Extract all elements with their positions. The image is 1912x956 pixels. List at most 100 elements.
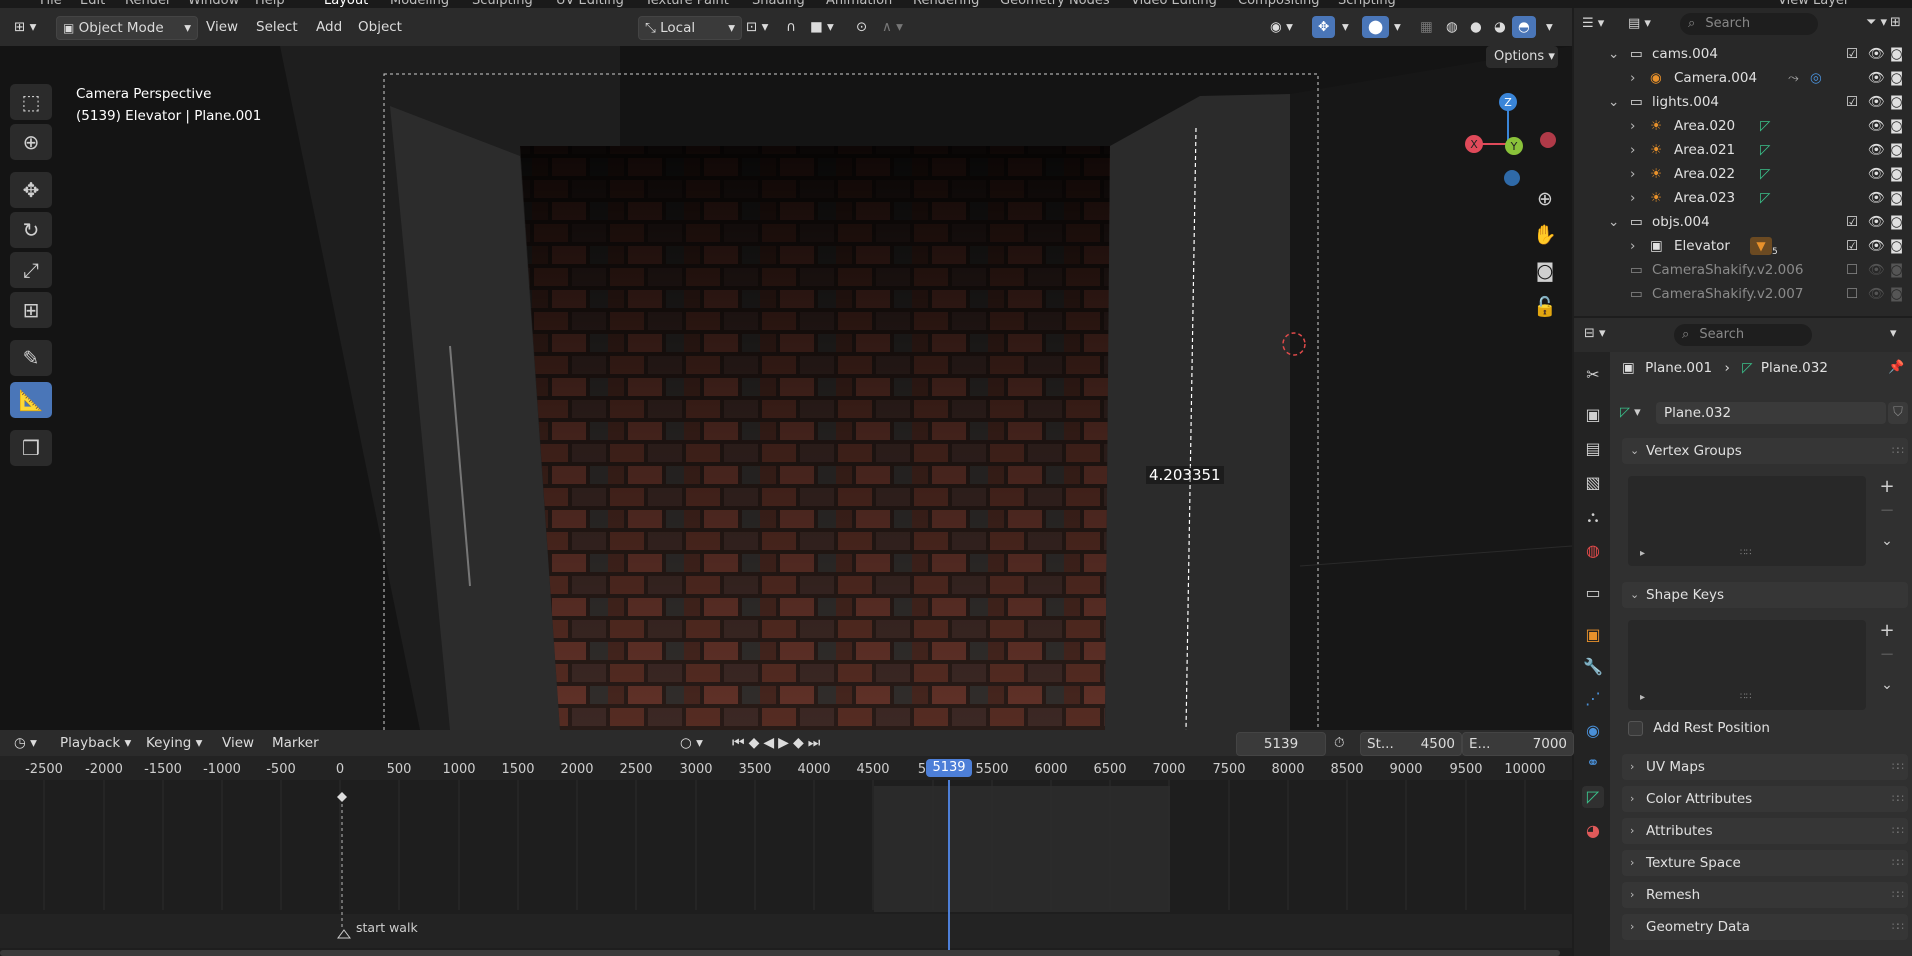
outliner-row-area[interactable]: › ☀ Area.021 ◸ 👁 ◙ bbox=[1574, 138, 1912, 162]
view-layer-tab[interactable]: ▧ bbox=[1582, 472, 1604, 494]
rotate-tool[interactable]: ↻ bbox=[10, 212, 52, 248]
exclude-checkbox[interactable]: ☐ bbox=[1846, 258, 1858, 282]
collapse-chevron-icon[interactable]: ⌄ bbox=[1608, 90, 1619, 114]
navigation-gizmo[interactable]: Z X Y bbox=[1450, 84, 1562, 194]
shading-rendered[interactable]: ◓ bbox=[1512, 16, 1536, 38]
menu-window[interactable]: Window bbox=[188, 0, 239, 8]
exclude-checkbox[interactable]: ☑ bbox=[1846, 42, 1858, 66]
pin-button[interactable]: 📌 bbox=[1888, 360, 1904, 375]
tab-rendering[interactable]: Rendering bbox=[913, 0, 979, 8]
snap-toggle[interactable]: ∩ bbox=[780, 16, 802, 38]
menu-file[interactable]: File bbox=[40, 0, 62, 8]
outliner-row-lights[interactable]: ⌄ ▭ lights.004 ☑ 👁 ◙ bbox=[1574, 90, 1912, 114]
3d-viewport[interactable]: Camera Perspective (5139) Elevator | Pla… bbox=[0, 46, 1572, 730]
pan-button[interactable]: ✋ bbox=[1530, 220, 1560, 250]
remove-shape-key-button[interactable]: − bbox=[1874, 644, 1900, 666]
camera-render-icon[interactable]: ◙ bbox=[1890, 66, 1903, 90]
outliner-row-elevator[interactable]: › ▣ Elevator ▼ 5 ☑ 👁 ◙ bbox=[1574, 234, 1912, 258]
expand-chevron-icon[interactable]: › bbox=[1630, 234, 1635, 258]
new-collection-button[interactable]: ⊞ bbox=[1890, 15, 1901, 30]
constraints-tab[interactable]: ⚭ bbox=[1582, 752, 1604, 774]
select-box-tool[interactable]: ⬚ bbox=[10, 84, 52, 120]
overlays-dropdown[interactable]: ▾ bbox=[1388, 16, 1407, 38]
scene-tab[interactable]: ⛬ bbox=[1582, 506, 1604, 528]
gizmo-neg-x-icon[interactable] bbox=[1540, 132, 1556, 148]
play-icon[interactable]: ▶ bbox=[778, 735, 793, 751]
shading-solid[interactable]: ● bbox=[1464, 16, 1488, 38]
drag-grip-icon[interactable]: ∷∷ bbox=[1892, 438, 1904, 464]
world-tab[interactable]: ◍ bbox=[1582, 540, 1604, 562]
zoom-button[interactable]: ⊕ bbox=[1530, 184, 1560, 214]
outliner-editor-type[interactable]: ☰ ▾ bbox=[1582, 16, 1604, 31]
menu-view[interactable]: View bbox=[200, 16, 244, 38]
snap-target-button[interactable]: ■ ▾ bbox=[804, 16, 840, 38]
outliner-row-area[interactable]: › ☀ Area.020 ◸ 👁 ◙ bbox=[1574, 114, 1912, 138]
exclude-checkbox[interactable]: ☑ bbox=[1846, 90, 1858, 114]
texture-space-panel-header[interactable]: › Texture Space ∷∷ bbox=[1622, 850, 1908, 876]
view-layer-label[interactable]: View Layer bbox=[1778, 0, 1849, 8]
data-tab[interactable]: ◸ bbox=[1582, 786, 1604, 808]
remesh-panel-header[interactable]: › Remesh ∷∷ bbox=[1622, 882, 1908, 908]
uv-maps-panel-header[interactable]: › UV Maps ∷∷ bbox=[1622, 754, 1908, 780]
proportional-edit-toggle[interactable]: ⊙ bbox=[850, 16, 873, 38]
cursor-tool[interactable]: ⊕ bbox=[10, 124, 52, 160]
play-reverse-icon[interactable]: ◀ bbox=[763, 735, 778, 751]
menu-keying[interactable]: Keying ▾ bbox=[140, 732, 208, 754]
tab-layout[interactable]: Layout bbox=[324, 0, 368, 8]
list-expand-icon[interactable]: ▸ bbox=[1640, 692, 1645, 703]
shape-keys-panel-header[interactable]: ⌄ Shape Keys bbox=[1622, 582, 1908, 608]
add-rest-position-option[interactable]: Add Rest Position bbox=[1628, 720, 1770, 736]
current-frame-field[interactable]: 5139 bbox=[1236, 732, 1326, 756]
collection-tab[interactable]: ▭ bbox=[1582, 582, 1604, 604]
keyframe-diamond[interactable] bbox=[337, 792, 347, 802]
outliner-row-shakify[interactable]: ▭ CameraShakify.v2.007 ☐ 👁 ◙ bbox=[1574, 282, 1912, 306]
properties-editor-type[interactable]: ⊟ ▾ bbox=[1584, 326, 1606, 341]
marker-label[interactable]: start walk bbox=[356, 920, 418, 935]
menu-render[interactable]: Render bbox=[125, 0, 171, 8]
camera-render-icon[interactable]: ◙ bbox=[1890, 114, 1903, 138]
add-vertex-group-button[interactable]: + bbox=[1874, 476, 1900, 498]
camera-render-icon[interactable]: ◙ bbox=[1890, 282, 1903, 306]
camera-render-icon[interactable]: ◙ bbox=[1890, 42, 1903, 66]
collapse-chevron-icon[interactable]: ⌄ bbox=[1608, 42, 1619, 66]
next-keyframe-icon[interactable]: ◆ bbox=[793, 735, 808, 751]
camera-render-icon[interactable]: ◙ bbox=[1890, 138, 1903, 162]
tab-scripting[interactable]: Scripting bbox=[1338, 0, 1396, 8]
collapse-chevron-icon[interactable]: ⌄ bbox=[1608, 210, 1619, 234]
tab-shading[interactable]: Shading bbox=[752, 0, 805, 8]
eye-icon[interactable]: 👁 bbox=[1868, 114, 1885, 138]
annotate-tool[interactable]: ✎ bbox=[10, 340, 52, 376]
properties-search[interactable]: ⌕ Search bbox=[1674, 324, 1812, 346]
camera-render-icon[interactable]: ◙ bbox=[1890, 90, 1903, 114]
menu-marker[interactable]: Marker bbox=[266, 732, 325, 754]
menu-object[interactable]: Object bbox=[352, 16, 408, 38]
shading-material[interactable]: ◕ bbox=[1488, 16, 1512, 38]
tab-video-editing[interactable]: Video Editing bbox=[1131, 0, 1217, 8]
gizmo-toggle[interactable]: ✥ bbox=[1312, 16, 1336, 38]
outliner-row-area[interactable]: › ☀ Area.023 ◸ 👁 ◙ bbox=[1574, 186, 1912, 210]
gizmo-dropdown[interactable]: ▾ bbox=[1336, 16, 1355, 38]
eye-icon[interactable]: 👁 bbox=[1868, 210, 1885, 234]
measure-tool[interactable]: 📐 bbox=[10, 382, 52, 418]
material-tab[interactable]: ◕ bbox=[1582, 820, 1604, 842]
timeline-editor-type[interactable]: ◷ ▾ bbox=[8, 732, 43, 754]
eye-icon[interactable]: 👁 bbox=[1868, 90, 1885, 114]
preview-range-toggle[interactable]: ⏱ bbox=[1328, 732, 1351, 754]
outliner-search[interactable]: ⌕ Search bbox=[1680, 13, 1818, 35]
shape-key-specials-button[interactable]: ⌄ bbox=[1874, 674, 1900, 696]
remove-vertex-group-button[interactable]: − bbox=[1874, 500, 1900, 522]
options-dropdown[interactable]: Options ▾ bbox=[1486, 46, 1558, 68]
attributes-panel-header[interactable]: › Attributes ∷∷ bbox=[1622, 818, 1908, 844]
visibility-button[interactable]: ◉ ▾ bbox=[1264, 16, 1299, 38]
tab-sculpting[interactable]: Sculpting bbox=[472, 0, 533, 8]
camera-render-icon[interactable]: ◙ bbox=[1890, 234, 1903, 258]
object-tab[interactable]: ▣ bbox=[1582, 624, 1604, 646]
particles-tab[interactable]: ⋰ bbox=[1582, 688, 1604, 710]
start-frame-field[interactable]: St... 4500 bbox=[1360, 732, 1462, 756]
outliner-row-camera[interactable]: › ◉ Camera.004 ⤳ ◎ 👁 ◙ bbox=[1574, 66, 1912, 90]
jump-end-icon[interactable]: ⏭ bbox=[808, 735, 825, 751]
vertex-group-specials-button[interactable]: ⌄ bbox=[1874, 530, 1900, 552]
drag-grip-icon[interactable]: ∷∷ bbox=[1892, 882, 1904, 908]
camera-render-icon[interactable]: ◙ bbox=[1890, 162, 1903, 186]
exclude-checkbox[interactable]: ☑ bbox=[1846, 210, 1858, 234]
